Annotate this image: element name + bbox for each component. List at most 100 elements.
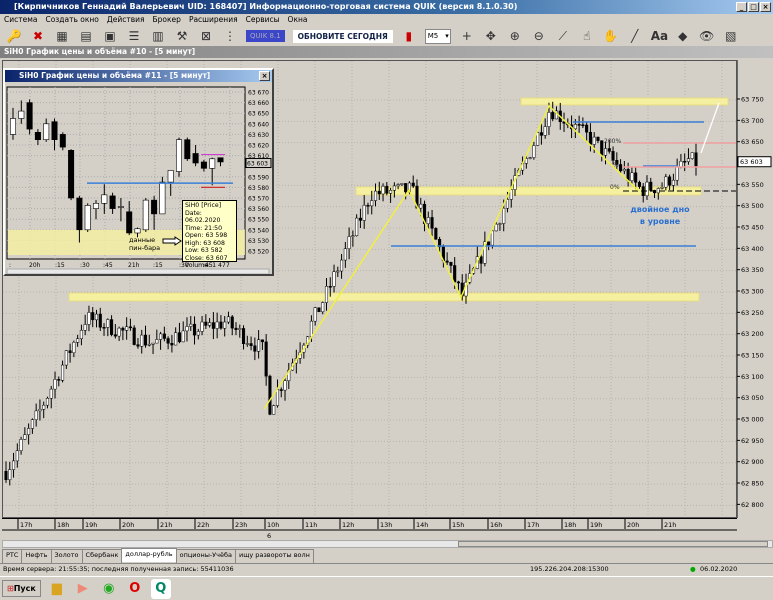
workspace-tab[interactable]: Золото (50, 549, 83, 563)
settings-icon[interactable]: ⚒ (174, 29, 190, 43)
update-button[interactable]: ОБНОВИТЕ СЕГОДНЯ (292, 29, 393, 43)
disconnect-icon[interactable]: ✖ (30, 29, 46, 43)
zoom-out-icon[interactable]: ⊖ (531, 29, 547, 43)
chrome-icon[interactable]: ◉ (99, 579, 119, 599)
chart-indicator-icon[interactable]: ▮ (401, 29, 417, 43)
chart-window-icon[interactable]: ▤ (78, 29, 94, 43)
workspace-tab[interactable]: РТС (2, 549, 23, 563)
tooltip-line: Open: 63 598 (185, 232, 228, 239)
move-icon[interactable]: ✥ (483, 29, 499, 43)
candle-body (106, 319, 110, 328)
candle-body (690, 152, 694, 159)
workspace-tab[interactable]: Сбербанк (81, 549, 123, 563)
candle-body (196, 331, 200, 336)
candle-body (57, 379, 61, 381)
tooltip-line: Date: 06.02.2020 (185, 209, 221, 225)
horizontal-scrollbar[interactable] (2, 540, 773, 548)
start-button[interactable]: ⊞Пуск (2, 580, 41, 597)
candle-body (355, 217, 359, 236)
workspace-tabs: РТС Нефть Золото Сбербанк доллар-рубль опцион… (2, 548, 314, 563)
candle-body (83, 324, 87, 331)
quotes-icon[interactable]: ▣ (102, 29, 118, 43)
hide-icon[interactable]: 👁 (699, 29, 715, 43)
orders-icon[interactable]: ☰ (126, 29, 142, 43)
price-tick-label: 63 500 (741, 202, 764, 210)
menu-item[interactable]: Создать окно (45, 14, 98, 26)
candle-body (176, 139, 183, 172)
quik-icon[interactable]: Q (150, 578, 171, 599)
workspace-tab[interactable]: опционы-Учёба (175, 549, 236, 563)
chart11-window[interactable]: SiH0 График цены и объёма #11 - [5 минут… (3, 68, 274, 276)
scroll-thumb[interactable] (458, 541, 768, 547)
key-icon[interactable]: 🔑 (6, 29, 22, 43)
chart11-close-button[interactable]: × (259, 71, 270, 81)
candle-body (272, 405, 276, 415)
fill-icon[interactable]: ◆ (675, 29, 691, 43)
candle-body (19, 439, 23, 451)
candle-body (53, 379, 57, 390)
candle-body (381, 185, 385, 195)
connected-icon: ● (690, 565, 696, 573)
zoom-in-icon[interactable]: ⊕ (507, 29, 523, 43)
line-tool-icon[interactable]: ╱ (627, 29, 643, 43)
candle-body (23, 434, 27, 440)
price-tick-label: 63 700 (741, 117, 764, 125)
close-button[interactable]: × (760, 2, 771, 12)
candle-body (208, 322, 212, 326)
price-tick-label: 63 550 (248, 217, 269, 224)
menu-item[interactable]: Брокер (153, 14, 181, 26)
minimize-button[interactable]: _ (736, 2, 747, 12)
interval-select[interactable]: M5 ▾ (424, 28, 451, 44)
eraser-icon[interactable]: ▧ (723, 29, 739, 43)
crosshair-icon[interactable]: + (459, 29, 475, 43)
menu-item[interactable]: Сервисы (246, 14, 280, 26)
candle-body (253, 345, 257, 352)
opera-icon[interactable]: O (125, 579, 145, 599)
app-title: [Кирпичников Геннадий Валерьевич UID: 16… (14, 2, 518, 11)
menu-item[interactable]: Окна (288, 14, 308, 26)
menu-item[interactable]: Расширения (189, 14, 238, 26)
candle-body (189, 323, 193, 327)
candle-body (340, 259, 344, 272)
candle-body (79, 330, 83, 339)
candle-body (155, 339, 159, 344)
candle-body (279, 389, 283, 391)
price-tick-label: 63 540 (248, 227, 269, 234)
trend-line (700, 102, 720, 154)
candle-body (445, 260, 449, 263)
delete-table-icon[interactable]: ⊠ (198, 29, 214, 43)
hand-icon[interactable]: ✋ (603, 29, 619, 43)
candle-body (11, 460, 16, 470)
candle-body (268, 375, 272, 415)
maximize-button[interactable]: □ (748, 2, 759, 12)
candle-body (539, 132, 543, 136)
new-table-icon[interactable]: ▦ (54, 29, 70, 43)
current-price-label: 63 603 (740, 158, 763, 166)
transactions-icon[interactable]: ▥ (150, 29, 166, 43)
candle-body (619, 164, 623, 172)
ruler-icon[interactable]: ⟋ (555, 29, 571, 43)
price-tick-label: 62 900 (741, 458, 764, 466)
explorer-icon[interactable]: ▆ (47, 579, 67, 599)
text-tool-button[interactable]: Aa (651, 29, 668, 43)
menu-item[interactable]: Система (4, 14, 37, 26)
candle-body (400, 183, 404, 185)
candle-body (151, 199, 158, 215)
toolbar: 🔑 ✖ ▦ ▤ ▣ ☰ ▥ ⚒ ⊠ ⋮ QUIK 8.1 ОБНОВИТЕ СЕ… (0, 26, 773, 46)
menu-item[interactable]: Действия (107, 14, 145, 26)
server-status: Время сервера: 21:55:35; последняя получ… (3, 565, 234, 573)
current-price-label: 63 603 (247, 161, 268, 168)
workspace-tab[interactable]: Нефть (21, 549, 52, 563)
candle-body (167, 170, 174, 183)
candle-body (45, 398, 50, 406)
media-player-icon[interactable]: ▶ (73, 579, 93, 599)
candle-body (49, 388, 53, 399)
time-label: 16h (490, 521, 502, 529)
workspace-tab[interactable]: доллар-рубль (121, 548, 177, 562)
time-label: 20h (29, 262, 41, 269)
time-label: 17h (527, 521, 539, 529)
candle-body (215, 321, 219, 329)
candle-body (134, 228, 141, 234)
pointer-hand-icon[interactable]: ☝ (579, 29, 595, 43)
workspace-tab[interactable]: ищу развороты волн (234, 549, 314, 563)
